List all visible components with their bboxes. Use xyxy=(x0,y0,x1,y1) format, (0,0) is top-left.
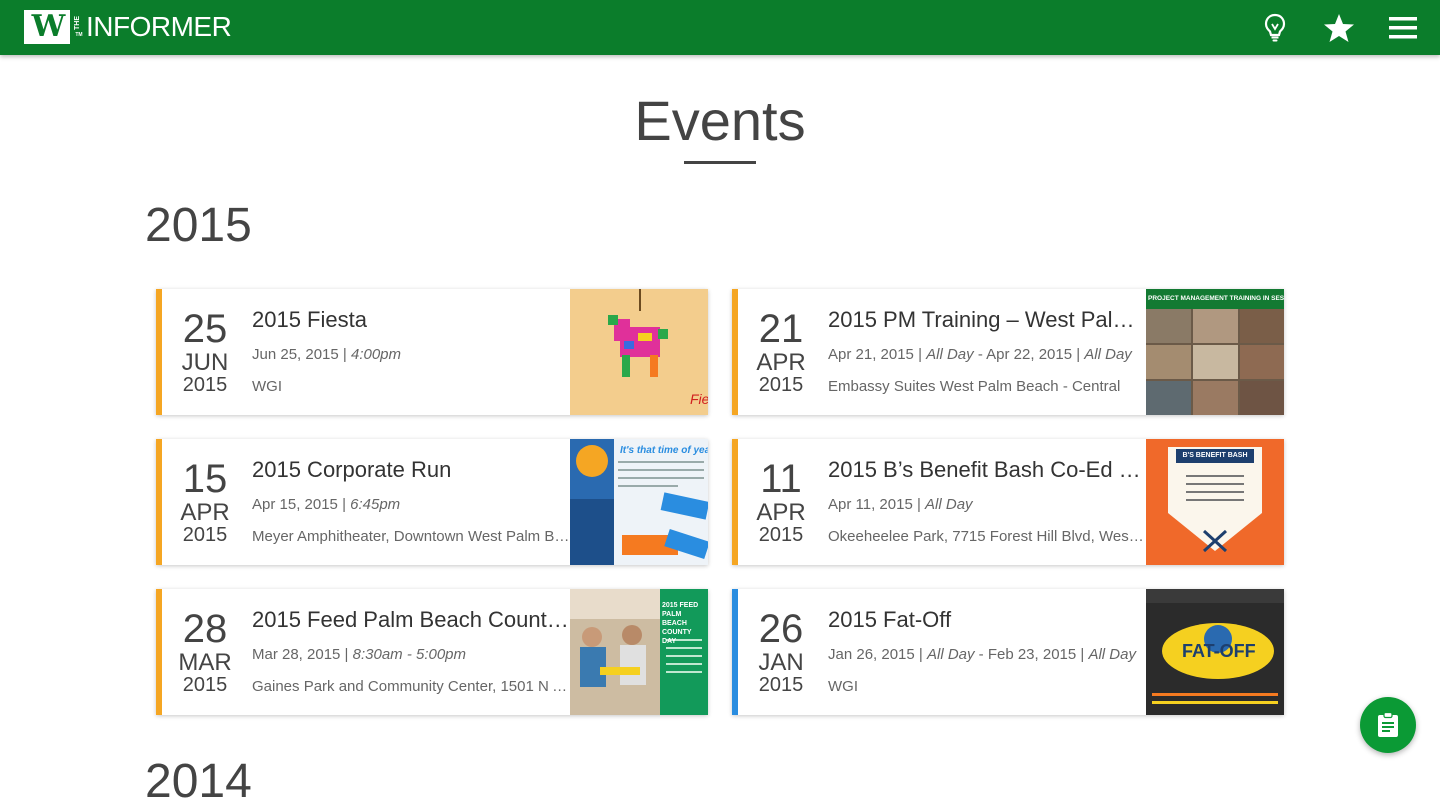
event-location: WGI xyxy=(252,378,282,395)
event-thumbnail-pm-training[interactable]: PROJECT MANAGEMENT TRAINING IN SESSION xyxy=(1146,289,1284,415)
event-date: 15 APR 2015 xyxy=(162,439,248,565)
event-year: 2015 xyxy=(758,524,804,546)
logo-letter: W xyxy=(24,10,70,44)
event-month: APR xyxy=(756,499,806,526)
year-heading-2014: 2014 xyxy=(145,755,252,808)
event-when: Jan 26, 2015 | All Day - Feb 23, 2015 | … xyxy=(828,646,1136,663)
event-when: Apr 11, 2015 | All Day xyxy=(828,496,973,513)
event-location: Embassy Suites West Palm Beach - Central xyxy=(828,378,1121,395)
event-day: 26 xyxy=(758,607,804,651)
event-month: MAR xyxy=(178,649,232,676)
logo-the: THE TM xyxy=(74,15,83,38)
event-title[interactable]: 2015 Corporate Run xyxy=(252,457,570,483)
event-card[interactable]: 28 MAR 2015 2015 Feed Palm Beach County … xyxy=(156,589,708,715)
event-card[interactable]: 15 APR 2015 2015 Corporate Run Apr 15, 2… xyxy=(156,439,708,565)
event-title[interactable]: 2015 B’s Benefit Bash Co-Ed Softball Tou… xyxy=(828,457,1146,483)
clipboard-icon xyxy=(1378,712,1398,737)
event-title[interactable]: 2015 Feed Palm Beach County Day xyxy=(252,607,570,633)
event-year: 2015 xyxy=(182,674,228,696)
svg-text:Fie: Fie xyxy=(690,391,708,407)
informer-logo[interactable]: W THE TM INFORMER xyxy=(24,10,232,44)
thumbnail-caption: PROJECT MANAGEMENT TRAINING IN SESSION xyxy=(1146,289,1284,309)
event-date: 21 APR 2015 xyxy=(738,289,824,415)
event-thumbnail-feed-pbc[interactable]: 2015 FEED PALM BEACH COUNTY DAY xyxy=(570,589,708,715)
event-day: 25 xyxy=(182,307,228,351)
event-title[interactable]: 2015 PM Training – West Palm Beach xyxy=(828,307,1146,333)
thumbnail-caption: B'S BENEFIT BASH xyxy=(1176,449,1254,463)
page-title: Events xyxy=(634,89,806,152)
event-card[interactable]: 21 APR 2015 2015 PM Training – West Palm… xyxy=(732,289,1284,415)
event-when: Apr 21, 2015 | All Day - Apr 22, 2015 | … xyxy=(828,346,1132,363)
event-card[interactable]: 25 JUN 2015 2015 Fiesta Jun 25, 2015 | 4… xyxy=(156,289,708,415)
event-thumbnail-fat-off[interactable]: FAT-OFF xyxy=(1146,589,1284,715)
event-day: 15 xyxy=(182,457,228,501)
event-year: 2015 xyxy=(758,374,804,396)
title-underline xyxy=(684,161,756,164)
event-location: WGI xyxy=(828,678,858,695)
event-day: 11 xyxy=(760,457,802,501)
thumbnail-caption: It's that time of year xyxy=(620,445,708,456)
event-year: 2015 xyxy=(182,374,228,396)
event-day: 28 xyxy=(182,607,228,651)
event-date: 25 JUN 2015 xyxy=(162,289,248,415)
lightbulb-icon[interactable] xyxy=(1258,11,1292,45)
event-when: Jun 25, 2015 | 4:00pm xyxy=(252,346,402,363)
event-card[interactable]: 11 APR 2015 2015 B’s Benefit Bash Co-Ed … xyxy=(732,439,1284,565)
clipboard-button[interactable] xyxy=(1360,697,1416,753)
year-heading-2015: 2015 xyxy=(145,199,252,252)
event-location: Meyer Amphitheater, Downtown West Palm B… xyxy=(252,528,570,545)
event-month: APR xyxy=(180,499,230,526)
event-title[interactable]: 2015 Fat-Off xyxy=(828,607,1146,633)
event-card[interactable]: 26 JAN 2015 2015 Fat-Off Jan 26, 2015 | … xyxy=(732,589,1284,715)
event-date: 28 MAR 2015 xyxy=(162,589,248,715)
event-thumbnail-benefit-bash[interactable]: B'S BENEFIT BASH xyxy=(1146,439,1284,565)
event-location: Gaines Park and Community Center, 1501 N… xyxy=(252,678,570,695)
event-day: 21 xyxy=(758,307,804,351)
event-thumbnail-pinata[interactable]: Fie xyxy=(570,289,708,415)
thumbnail-caption: 2015 FEED PALM BEACH COUNTY DAY xyxy=(662,602,699,645)
top-nav-bar: W THE TM INFORMER xyxy=(0,0,1440,55)
event-month: JAN xyxy=(758,649,804,676)
event-month: JUN xyxy=(181,349,229,376)
star-icon[interactable] xyxy=(1322,11,1356,45)
event-location: Okeeheelee Park, 7715 Forest Hill Blvd, … xyxy=(828,528,1146,545)
event-thumbnail-corporate-run[interactable]: It's that time of year xyxy=(570,439,708,565)
event-date: 26 JAN 2015 xyxy=(738,589,824,715)
menu-icon[interactable] xyxy=(1386,11,1420,45)
event-date: 11 APR 2015 xyxy=(738,439,824,565)
event-year: 2015 xyxy=(182,524,228,546)
logo-wordmark: INFORMER xyxy=(86,11,232,42)
event-when: Apr 15, 2015 | 6:45pm xyxy=(252,496,401,513)
event-year: 2015 xyxy=(758,674,804,696)
event-title[interactable]: 2015 Fiesta xyxy=(252,307,570,333)
event-when: Mar 28, 2015 | 8:30am - 5:00pm xyxy=(252,646,467,663)
thumbnail-caption: FAT-OFF xyxy=(1182,641,1256,661)
event-month: APR xyxy=(756,349,806,376)
